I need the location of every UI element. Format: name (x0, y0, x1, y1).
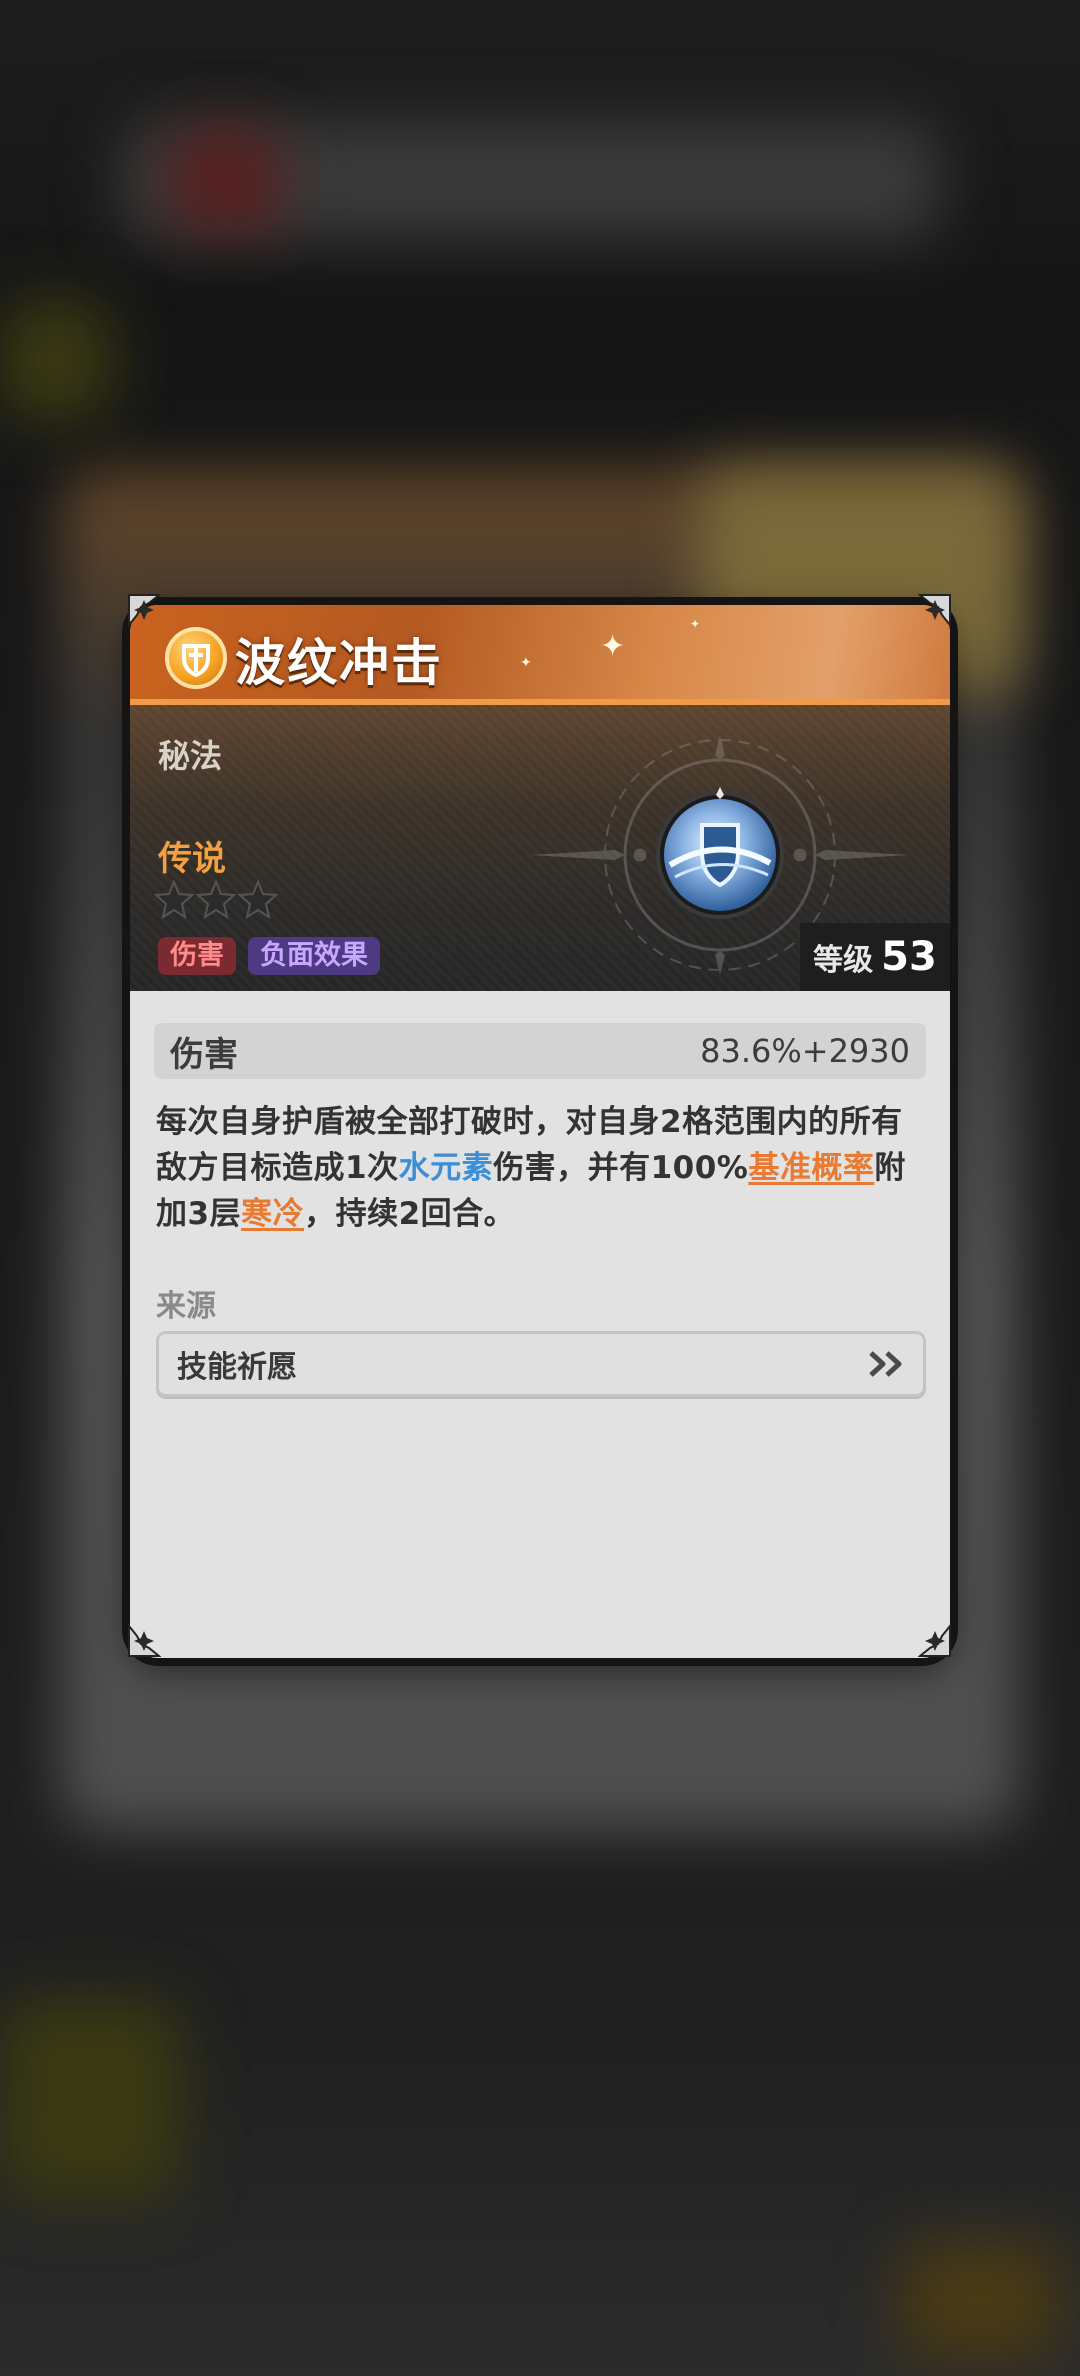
source-label: 来源 (156, 1289, 216, 1324)
keyword-water-element: 水元素 (398, 1150, 494, 1186)
tag-damage: 伤害 (158, 937, 236, 975)
stat-value: 83.6%+2930 (700, 1032, 910, 1070)
skill-title: 波纹冲击 (235, 634, 443, 692)
star-empty-icon (238, 879, 278, 919)
skill-summary: 秘法 传说 伤害 负面效果 等级 53 (130, 705, 950, 991)
star-rating (154, 879, 278, 919)
keyword-base-chance-link[interactable]: 基准概率 (748, 1150, 874, 1186)
desc-text: 伤害，并有100% (493, 1150, 749, 1186)
background-blur (900, 2240, 1060, 2360)
corner-ornament-icon (127, 593, 161, 627)
background-blur (0, 300, 110, 420)
tag-debuff: 负面效果 (248, 937, 380, 975)
sparkle-decoration: ✦ (690, 617, 701, 631)
star-empty-icon (154, 879, 194, 919)
card-header: ✦ ✦ ✦ 波纹冲击 (130, 605, 950, 705)
sparkle-decoration: ✦ (520, 655, 532, 671)
shield-emblem-icon (165, 627, 227, 689)
skill-detail-card: ✦ ✦ ✦ 波纹冲击 秘法 传说 伤害 负面效果 等级 53 伤害 83.6%+… (130, 605, 950, 1658)
damage-stat-row: 伤害 83.6%+2930 (154, 1023, 926, 1079)
background-blur (0, 2000, 180, 2200)
desc-text: ，持续2回合。 (304, 1196, 516, 1232)
corner-ornament-icon (918, 593, 952, 627)
level-indicator: 等级 53 (800, 923, 950, 991)
sparkle-decoration: ✦ (600, 629, 626, 664)
skill-type: 秘法 (158, 737, 223, 775)
corner-ornament-icon (127, 1624, 161, 1658)
source-button-label: 技能祈愿 (177, 1350, 297, 1385)
skill-tags: 伤害 负面效果 (158, 937, 380, 975)
background-blur (170, 130, 280, 230)
skill-rarity: 传说 (158, 839, 226, 879)
double-chevron-right-icon (869, 1351, 902, 1377)
skill-description: 每次自身护盾被全部打破时，对自身2格范围内的所有敌方目标造成1次水元素伤害，并有… (156, 1099, 928, 1237)
stat-name: 伤害 (170, 1034, 238, 1075)
level-value: 53 (881, 934, 937, 980)
star-empty-icon (196, 879, 236, 919)
source-skill-wish-button[interactable]: 技能祈愿 (156, 1331, 926, 1397)
keyword-chill-link[interactable]: 寒冷 (241, 1196, 304, 1232)
corner-ornament-icon (918, 1624, 952, 1658)
level-label: 等级 (813, 943, 874, 978)
